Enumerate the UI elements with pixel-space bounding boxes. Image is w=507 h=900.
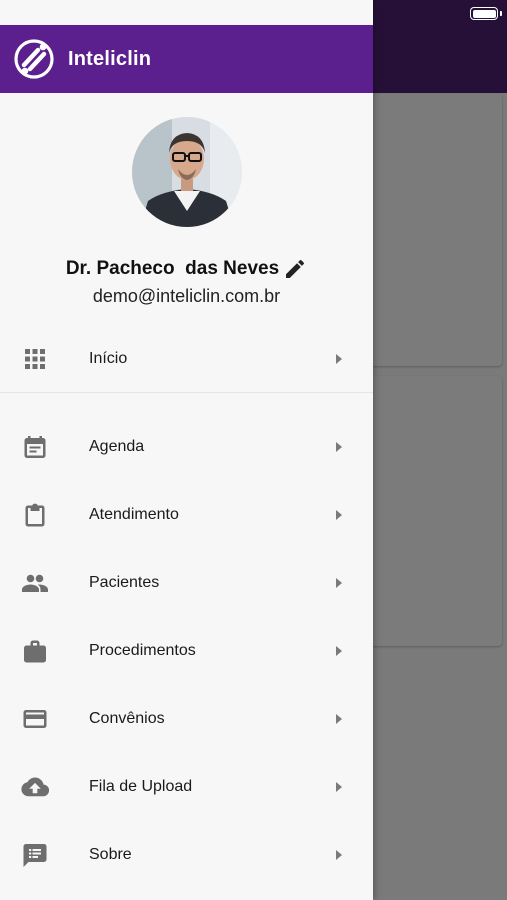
menu-item-pacientes[interactable]: Pacientes bbox=[0, 549, 373, 617]
cloud-upload-icon bbox=[21, 773, 49, 801]
user-profile: Dr. Pacheco das Neves demo@inteliclin.co… bbox=[0, 93, 373, 307]
briefcase-icon bbox=[21, 637, 49, 665]
navigation-drawer: Inteliclin Dr. Pacheco das Neves demo@in… bbox=[0, 0, 373, 900]
battery-tip bbox=[500, 11, 502, 16]
menu-item-convenios[interactable]: Convênios bbox=[0, 685, 373, 753]
menu-item-label: Atendimento bbox=[89, 506, 179, 523]
calendar-icon bbox=[21, 433, 49, 461]
menu-item-procedimentos[interactable]: Procedimentos bbox=[0, 617, 373, 685]
pencil-edit-icon[interactable] bbox=[283, 257, 307, 281]
chevron-right-icon bbox=[336, 510, 342, 520]
menu-item-label: Convênios bbox=[89, 710, 165, 727]
user-name-row: Dr. Pacheco das Neves bbox=[66, 257, 307, 281]
menu-item-label: Início bbox=[89, 349, 128, 367]
feedback-icon bbox=[21, 841, 49, 869]
battery-icon bbox=[470, 7, 498, 20]
drawer-header: Inteliclin bbox=[0, 25, 373, 93]
menu-item-label: Pacientes bbox=[89, 574, 160, 591]
status-bar bbox=[0, 0, 373, 25]
menu-item-fila-de-upload[interactable]: Fila de Upload bbox=[0, 753, 373, 821]
chevron-right-icon bbox=[336, 353, 342, 364]
menu-item-label: Fila de Upload bbox=[89, 778, 193, 795]
app-brand-name: Inteliclin bbox=[68, 47, 152, 70]
menu-item-label: Sobre bbox=[89, 846, 132, 863]
drawer-menu: Início Agenda Atendimento Pacientes Proc… bbox=[0, 325, 373, 889]
chevron-right-icon bbox=[336, 442, 342, 452]
avatar[interactable] bbox=[131, 117, 242, 227]
menu-item-inicio[interactable]: Início bbox=[0, 325, 373, 393]
menu-item-sobre[interactable]: Sobre bbox=[0, 821, 373, 889]
inteliclin-logo-icon bbox=[14, 39, 54, 79]
grid-icon bbox=[21, 345, 49, 373]
background-card bbox=[360, 94, 502, 366]
menu-item-atendimento[interactable]: Atendimento bbox=[0, 481, 373, 549]
chevron-right-icon bbox=[336, 646, 342, 656]
menu-item-label: Agenda bbox=[89, 438, 145, 455]
menu-item-agenda[interactable]: Agenda bbox=[0, 413, 373, 481]
clipboard-icon bbox=[21, 501, 49, 529]
chevron-right-icon bbox=[336, 850, 342, 860]
chevron-right-icon bbox=[336, 714, 342, 724]
menu-item-label: Procedimentos bbox=[89, 642, 196, 659]
user-email: demo@inteliclin.com.br bbox=[92, 286, 281, 306]
credit-card-icon bbox=[21, 705, 49, 733]
chevron-right-icon bbox=[336, 578, 342, 588]
user-name: Dr. Pacheco das Neves bbox=[65, 258, 280, 279]
chevron-right-icon bbox=[336, 782, 342, 792]
people-icon bbox=[21, 569, 49, 597]
background-card bbox=[360, 376, 502, 646]
